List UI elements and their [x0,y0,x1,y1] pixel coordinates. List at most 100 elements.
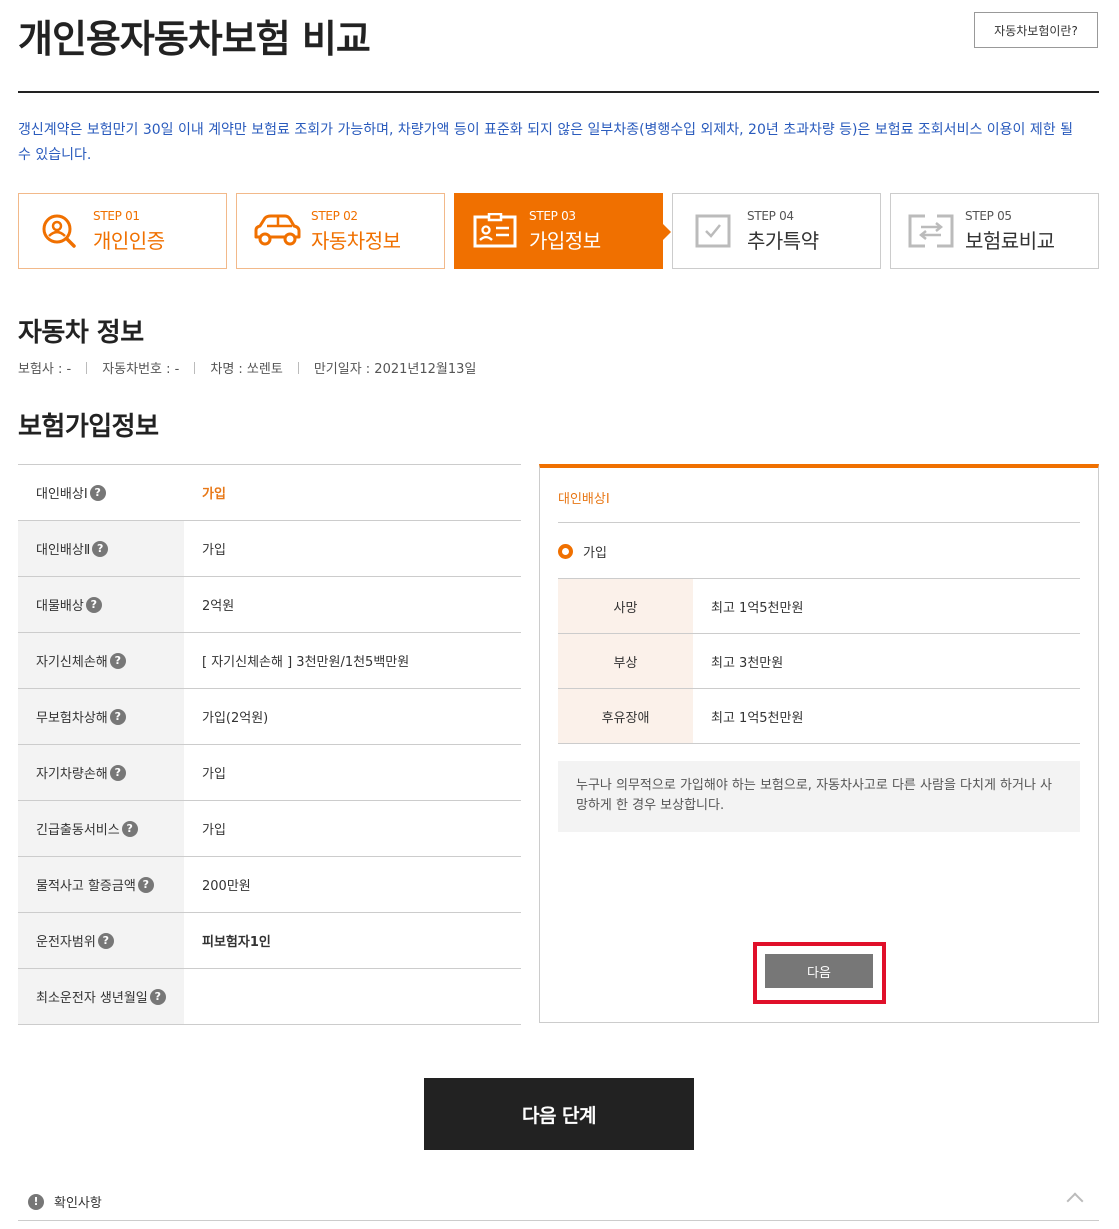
panel-title: 대인배상Ⅰ [558,492,610,507]
row-value: 2억원 [184,577,521,632]
limit-value: 최고 3천만원 [711,655,784,671]
row-label: 자기신체손해 [36,655,108,670]
row-label: 물적사고 할증금액 [36,879,136,894]
step-4-additional-rider[interactable]: STEP 04 추가특약 [672,193,881,269]
row-value: [ 자기신체손해 ] 3천만원/1천5백만원 [184,633,521,688]
step-progress: STEP 01 개인인증 STEP 02 자동차정보 STEP 03 가입정보 … [18,193,1099,269]
step-label: 추가특약 [747,228,819,253]
person-search-icon [33,211,85,251]
insurance-info-heading: 보험가입정보 [18,412,159,442]
step-number: STEP 03 [529,208,576,223]
help-icon[interactable]: ? [109,708,126,725]
row-value: 피보험자1인 [184,913,521,968]
panel-next-button[interactable]: 다음 [765,954,873,988]
row-label: 대인배상Ⅰ [36,487,88,502]
coverage-table: 대인배상Ⅰ? 가입 대인배상Ⅱ? 가입 대물배상? 2억원 자기신체손해? [ … [18,464,521,1025]
active-step-arrow [662,223,671,241]
info-icon: ! [28,1193,44,1210]
coverage-description: 누구나 의무적으로 가입해야 하는 보험으로, 자동차사고로 다른 사람을 다치… [558,761,1080,832]
step-number: STEP 05 [965,208,1012,223]
row-label: 무보험차상해 [36,711,108,726]
step-label: 가입정보 [529,228,601,253]
coverage-row-self-bodily-injury[interactable]: 자기신체손해? [ 자기신체손해 ] 3천만원/1천5백만원 [18,633,521,689]
expiry-value: 만기일자 : 2021년12월13일 [313,362,477,377]
row-value: 가입 [184,465,521,520]
step-label: 자동차정보 [311,228,401,253]
renewal-notice: 갱신계약은 보험만기 30일 이내 계약만 보험료 조회가 가능하며, 차량가액… [18,122,1073,163]
limit-label: 후유장애 [558,689,693,743]
step-number: STEP 04 [747,208,794,223]
row-value: 가입(2억원) [184,689,521,744]
step-label: 보험료비교 [965,228,1055,253]
next-step-button[interactable]: 다음 단계 [424,1078,694,1150]
step-label: 개인인증 [93,228,165,253]
confirm-accordion[interactable]: ! 확인사항 [18,1183,1099,1221]
row-value: 가입 [184,801,521,856]
coverage-row-bodily-injury-1[interactable]: 대인배상Ⅰ? 가입 [18,465,521,521]
coverage-row-bodily-injury-2[interactable]: 대인배상Ⅱ? 가입 [18,521,521,577]
row-label: 운전자범위 [36,935,96,950]
help-icon[interactable]: ? [149,988,166,1005]
radio-selected-icon [558,544,573,559]
checkbox-icon [687,211,739,251]
page-title: 개인용자동차보험 비교 [18,17,371,61]
help-icon[interactable]: ? [85,596,102,613]
help-icon[interactable]: ? [137,876,154,893]
limit-label: 부상 [558,634,693,688]
coverage-row-own-vehicle-damage[interactable]: 자기차량손해? 가입 [18,745,521,801]
help-icon[interactable]: ? [121,820,138,837]
step-3-subscription-info[interactable]: STEP 03 가입정보 [454,193,671,269]
limit-value: 최고 1억5천만원 [711,710,804,726]
divider [297,361,299,374]
coverage-row-uninsured-motorist[interactable]: 무보험차상해? 가입(2억원) [18,689,521,745]
divider [86,361,88,374]
title-divider [18,91,1099,93]
help-icon[interactable]: ? [109,764,126,781]
row-label: 최소운전자 생년월일 [36,991,148,1006]
help-icon[interactable]: ? [92,540,109,557]
coverage-row-property-damage[interactable]: 대물배상? 2억원 [18,577,521,633]
row-value [184,969,521,1024]
step-1-personal-auth[interactable]: STEP 01 개인인증 [18,193,227,269]
help-icon[interactable]: ? [109,652,126,669]
help-icon[interactable]: ? [89,484,106,501]
limit-value: 최고 1억5천만원 [711,600,804,616]
row-label: 긴급출동서비스 [36,823,120,838]
step-number: STEP 02 [311,208,358,223]
chevron-up-icon[interactable] [1066,1192,1084,1210]
coverage-limits-table: 사망 최고 1억5천만원 부상 최고 3천만원 후유장애 최고 1억5천만원 [558,578,1080,744]
car-icon [251,211,303,251]
radio-label: 가입 [583,546,607,561]
insurer-value: 보험사 : - [18,362,72,377]
plate-value: 자동차번호 : - [102,362,180,377]
row-label: 자기차량손해 [36,767,108,782]
subscribe-radio[interactable]: 가입 [558,542,607,561]
coverage-limit-row: 부상 최고 3천만원 [558,634,1080,689]
step-2-car-info[interactable]: STEP 02 자동차정보 [236,193,445,269]
row-value: 200만원 [184,857,521,912]
id-card-icon [469,211,521,251]
coverage-limit-row: 후유장애 최고 1억5천만원 [558,689,1080,744]
car-info-heading: 자동차 정보 [18,318,144,348]
compare-icon [905,211,957,251]
step-number: STEP 01 [93,208,140,223]
coverage-detail-panel: 대인배상Ⅰ 가입 사망 최고 1억5천만원 부상 최고 3천만원 후유장애 최고… [539,464,1099,1023]
car-insurance-help-button[interactable]: 자동차보험이란? [974,12,1098,48]
confirm-label: 확인사항 [54,1196,102,1211]
step-5-premium-compare[interactable]: STEP 05 보험료비교 [890,193,1099,269]
row-label: 대인배상Ⅱ [36,543,91,558]
divider [194,361,196,374]
model-value: 차명 : 쏘렌토 [210,362,283,377]
coverage-row-emergency-service[interactable]: 긴급출동서비스? 가입 [18,801,521,857]
divider [558,522,1080,523]
coverage-row-driver-range[interactable]: 운전자범위? 피보험자1인 [18,913,521,969]
row-value: 가입 [184,745,521,800]
coverage-limit-row: 사망 최고 1억5천만원 [558,579,1080,634]
car-info-summary: 보험사 : - 자동차번호 : - 차명 : 쏘렌토 만기일자 : 2021년1… [18,358,476,377]
row-label: 대물배상 [36,599,84,614]
row-value: 가입 [184,521,521,576]
limit-label: 사망 [558,579,693,633]
help-icon[interactable]: ? [97,932,114,949]
coverage-row-surcharge-amount[interactable]: 물적사고 할증금액? 200만원 [18,857,521,913]
coverage-row-min-driver-birthdate[interactable]: 최소운전자 생년월일? [18,969,521,1025]
